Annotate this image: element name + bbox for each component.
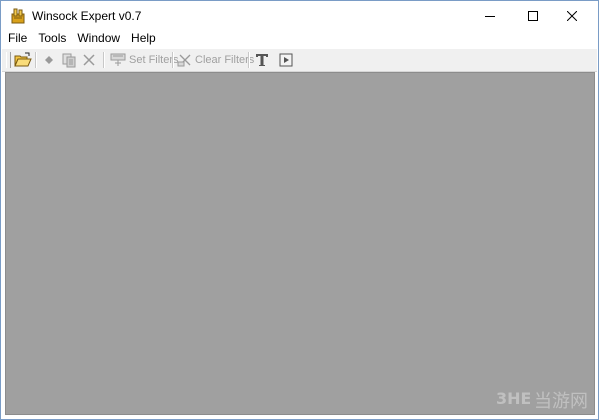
app-window: Winsock Expert v0.7 File Tools Window He… — [0, 0, 599, 420]
maximize-icon — [528, 11, 538, 21]
toolbar-grip[interactable] — [6, 52, 11, 68]
svg-text:3HE: 3HE — [496, 389, 530, 407]
set-filters-button[interactable]: Set Filters — [110, 51, 179, 69]
open-folder-icon — [14, 52, 32, 68]
minimize-icon — [485, 11, 495, 21]
close-icon — [567, 11, 577, 21]
watermark-text: 当游网 — [534, 391, 588, 411]
set-filters-icon — [110, 53, 126, 67]
toolbar: Set Filters Clear Filters — [2, 48, 597, 72]
play-button[interactable] — [279, 51, 293, 69]
maximize-button[interactable] — [516, 2, 550, 30]
open-button[interactable] — [14, 51, 32, 69]
delete-x-icon — [82, 53, 96, 67]
play-icon — [279, 53, 293, 67]
copy-button[interactable] — [61, 51, 77, 69]
toolbar-separator — [172, 52, 174, 68]
text-view-button[interactable] — [255, 51, 269, 69]
toolbar-separator — [248, 52, 250, 68]
menu-bar: File Tools Window Help — [2, 30, 597, 47]
window-title: Winsock Expert v0.7 — [32, 9, 142, 23]
add-button[interactable] — [43, 51, 55, 69]
minimize-button[interactable] — [473, 2, 507, 30]
menu-help[interactable]: Help — [125, 30, 161, 47]
menu-tools[interactable]: Tools — [32, 30, 71, 47]
toolbar-separator — [35, 52, 37, 68]
menu-window[interactable]: Window — [71, 30, 125, 47]
clear-filters-button[interactable]: Clear Filters — [177, 51, 254, 69]
clear-filters-label: Clear Filters — [195, 54, 255, 66]
text-t-icon — [255, 53, 269, 67]
watermark-logo-icon: 3HE — [496, 389, 531, 412]
clear-filters-icon — [177, 53, 193, 67]
copy-icon — [61, 52, 77, 68]
watermark: 3HE 当游网 — [496, 387, 588, 413]
diamond-icon — [43, 54, 55, 66]
menu-file[interactable]: File — [2, 30, 32, 47]
title-bar[interactable]: Winsock Expert v0.7 — [2, 2, 597, 30]
close-button[interactable] — [555, 2, 589, 30]
toolbar-separator — [103, 52, 105, 68]
mdi-client-area[interactable] — [5, 72, 595, 415]
winsock-app-icon[interactable] — [10, 8, 26, 24]
delete-button[interactable] — [82, 51, 96, 69]
